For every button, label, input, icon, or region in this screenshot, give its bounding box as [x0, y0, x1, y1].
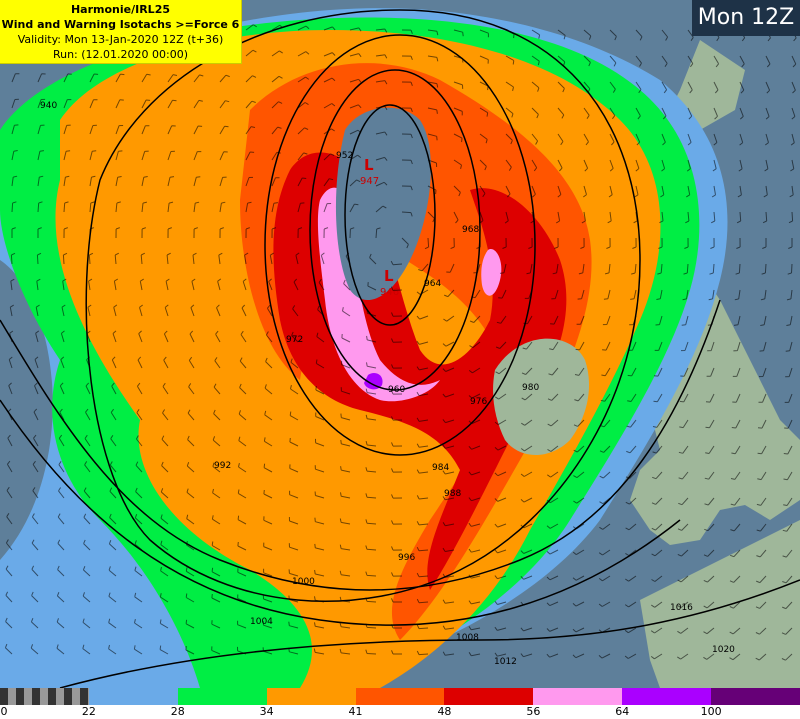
isobar-label: 988: [444, 489, 461, 499]
weather-map: 940 952 960 964 968 972 976 980 984 988 …: [0, 0, 800, 688]
low-symbol: L: [364, 156, 374, 174]
legend-tick-label: 56: [526, 705, 541, 718]
legend-swatch: [88, 688, 178, 705]
validity-time: Validity: Mon 13-Jan-2020 12Z (t+36): [17, 33, 224, 46]
legend-tick-label: 41: [348, 705, 363, 718]
isobar-label: 1008: [456, 633, 479, 643]
legend-tick-label: 22: [81, 705, 96, 718]
isobar-label: 940: [40, 101, 57, 111]
legend-swatch: [622, 688, 711, 705]
legend-tick-label: 0: [0, 705, 8, 718]
low-pressure-value: 946: [380, 287, 399, 298]
legend-swatch: [444, 688, 534, 705]
isobar-label: 972: [286, 335, 303, 345]
isobar-label: 976: [470, 397, 487, 407]
legend-tick-label: 28: [170, 705, 185, 718]
isobar-label: 1000: [292, 577, 315, 587]
legend-swatch-none: [0, 688, 89, 705]
legend-swatch: [711, 688, 800, 705]
isobar-label: 996: [398, 553, 415, 563]
legend-tick-label: 48: [437, 705, 452, 718]
isobar-label: 984: [432, 463, 449, 473]
wind-speed-legend: 0 22 28 34 41 48 56 64 100: [0, 688, 800, 719]
isobar-label: 980: [522, 383, 539, 393]
isobar-label: 964: [424, 279, 441, 289]
isobar-label: 960: [388, 385, 405, 395]
isobar-label: 1016: [670, 603, 693, 613]
legend-swatch: [177, 688, 267, 705]
legend-tick-label: 100: [700, 705, 722, 718]
legend-tick-labels: 0 22 28 34 41 48 56 64 100: [0, 705, 800, 719]
model-name: Harmonie/IRL25: [70, 3, 171, 16]
isobar-label: 968: [462, 225, 479, 235]
legend-swatch: [533, 688, 623, 705]
legend-swatch: [355, 688, 445, 705]
isobar-label: 1012: [494, 657, 517, 667]
product-name: Wind and Warning Isotachs >=Force 6: [1, 18, 240, 31]
legend-colorbar: [0, 688, 800, 705]
isobar-label: 1004: [250, 617, 273, 627]
legend-tick-label: 64: [615, 705, 630, 718]
title-box: Harmonie/IRL25 Wind and Warning Isotachs…: [0, 0, 242, 64]
run-time: Run: (12.01.2020 00:00): [52, 48, 189, 61]
time-badge: Mon 12Z: [692, 0, 800, 36]
legend-tick-label: 34: [259, 705, 274, 718]
legend-swatch: [266, 688, 356, 705]
low-symbol: L: [384, 267, 394, 285]
isobar-label: 1020: [712, 645, 735, 655]
